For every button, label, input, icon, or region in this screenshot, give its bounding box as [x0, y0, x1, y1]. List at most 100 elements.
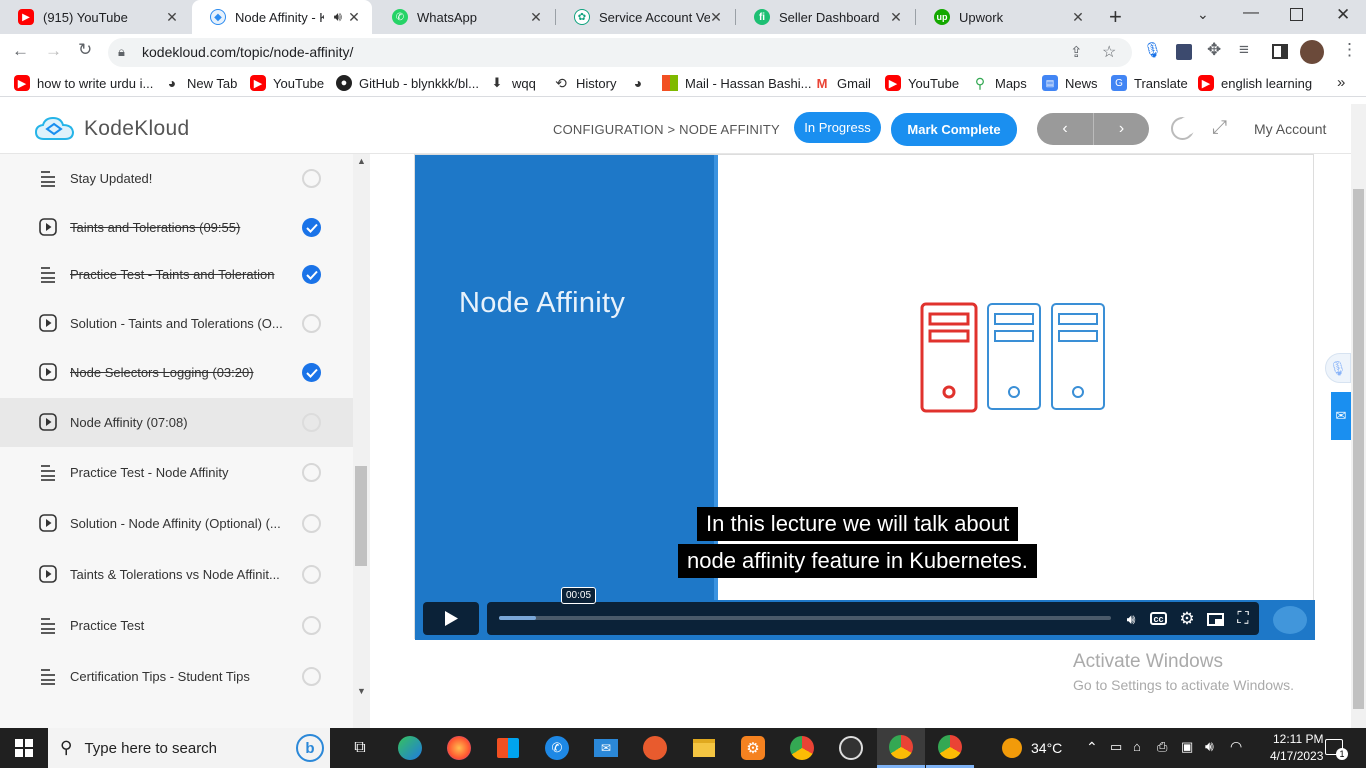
tray-network-icon[interactable]: ▭: [1110, 739, 1122, 755]
bookmark-item[interactable]: ▶ YouTube: [250, 75, 324, 91]
bookmark-item[interactable]: ▶ YouTube: [885, 75, 959, 91]
progress-track[interactable]: [499, 616, 1111, 620]
dark-mode-toggle[interactable]: [1171, 117, 1196, 140]
bookmark-item[interactable]: ◕: [630, 75, 653, 91]
bookmarks-overflow-chevron-icon[interactable]: »: [1337, 74, 1345, 91]
firefox-icon[interactable]: [435, 728, 483, 768]
lesson-item[interactable]: Solution - Node Affinity (Optional) (...: [0, 499, 353, 548]
settings-app-icon[interactable]: ⚙: [729, 728, 777, 768]
tab-seller-dashboard[interactable]: fi Seller Dashboard ✕: [736, 0, 914, 34]
bookmark-star-icon[interactable]: ☆: [1102, 42, 1116, 62]
url-text[interactable]: kodekloud.com/topic/node-affinity/: [142, 44, 353, 60]
tab-search-chevron-icon[interactable]: ⌄: [1197, 6, 1209, 23]
bookmark-item[interactable]: ⬇ wqq: [489, 75, 536, 91]
chat-app-icon[interactable]: ✆: [533, 728, 581, 768]
chat-bubble-icon[interactable]: ✉: [1331, 392, 1351, 440]
mark-complete-button[interactable]: Mark Complete: [891, 113, 1017, 146]
incomplete-circle-icon[interactable]: [302, 463, 321, 482]
extensions-puzzle-icon[interactable]: ✥: [1207, 40, 1221, 60]
bookmark-item[interactable]: ⚲ Maps: [972, 75, 1027, 91]
bookmark-item[interactable]: M Gmail: [814, 75, 871, 91]
tray-chevron-up-icon[interactable]: ⌃: [1086, 739, 1098, 756]
lesson-item[interactable]: Practice Test - Node Affinity: [0, 448, 353, 497]
picture-in-picture-icon[interactable]: [1206, 610, 1224, 628]
lesson-item[interactable]: Certification Tips - Student Tips: [0, 652, 353, 701]
edge-icon[interactable]: [386, 728, 434, 768]
fullscreen-expand-icon[interactable]: ⤢: [1212, 117, 1227, 139]
task-view-icon[interactable]: ⧉: [336, 728, 384, 768]
side-panel-icon[interactable]: [1272, 44, 1288, 59]
incomplete-circle-icon[interactable]: [302, 667, 321, 686]
lesson-item[interactable]: Taints & Tolerations vs Node Affinit...: [0, 550, 353, 599]
lesson-item[interactable]: Solution - Taints and Tolerations (O...: [0, 299, 353, 348]
bookmark-item[interactable]: Mail - Hassan Bashi...: [662, 75, 811, 91]
close-icon[interactable]: ✕: [888, 9, 904, 26]
volume-icon[interactable]: 🔊︎: [1122, 610, 1140, 628]
media-queue-icon[interactable]: ≡: [1239, 40, 1249, 60]
bookmark-item[interactable]: ▶ how to write urdu i...: [14, 75, 153, 91]
tray-volume-icon[interactable]: 🔊︎: [1205, 738, 1214, 755]
microsoft-store-icon[interactable]: [484, 728, 532, 768]
completed-check-icon[interactable]: [302, 218, 321, 237]
incomplete-circle-icon[interactable]: [302, 169, 321, 188]
incomplete-circle-icon[interactable]: [302, 413, 321, 432]
bookmark-item[interactable]: ● GitHub - blynkkk/bl...: [336, 75, 479, 91]
back-arrow-icon[interactable]: ←: [12, 41, 29, 61]
obs-icon[interactable]: [827, 728, 875, 768]
lesson-item[interactable]: Node Selectors Logging (03:20): [0, 348, 353, 397]
incomplete-circle-icon[interactable]: [302, 514, 321, 533]
bookmark-item[interactable]: ⟲ History: [553, 75, 616, 91]
new-tab-plus-icon[interactable]: +: [1109, 4, 1122, 30]
tray-display-icon[interactable]: ▣: [1181, 739, 1193, 755]
bookmark-item[interactable]: ▤ News: [1042, 75, 1098, 91]
close-icon[interactable]: ✕: [164, 9, 180, 26]
restore-icon[interactable]: [1290, 8, 1303, 21]
lesson-item[interactable]: Practice Test - Taints and Toleration: [0, 250, 353, 299]
lesson-item[interactable]: Node Affinity (07:08): [0, 398, 353, 447]
next-lesson-button[interactable]: ›: [1093, 113, 1149, 145]
tab-youtube[interactable]: ▶ (915) YouTube ✕: [0, 0, 190, 34]
bookmark-item[interactable]: ◕ New Tab: [164, 75, 238, 91]
closed-captions-icon[interactable]: cc: [1150, 612, 1167, 625]
mail-icon[interactable]: ✉: [582, 728, 630, 768]
forward-arrow-icon[interactable]: →: [45, 41, 62, 61]
minimize-icon[interactable]: —: [1243, 4, 1259, 22]
completed-check-icon[interactable]: [302, 265, 321, 284]
scroll-down-arrow-icon[interactable]: ▼: [357, 686, 366, 696]
incomplete-circle-icon[interactable]: [302, 616, 321, 635]
windows-start-icon[interactable]: [0, 728, 48, 768]
scroll-up-arrow-icon[interactable]: ▲: [357, 156, 366, 166]
file-explorer-icon[interactable]: [680, 728, 728, 768]
clock-time[interactable]: 12:11 PM: [1273, 732, 1323, 746]
window-close-icon[interactable]: ✕: [1336, 5, 1350, 25]
tray-wifi-icon[interactable]: ◠: [1230, 738, 1242, 755]
chrome-icon[interactable]: [778, 728, 826, 768]
fullscreen-icon[interactable]: ⛶: [1234, 610, 1252, 628]
tab-upwork[interactable]: up Upwork ✕: [916, 0, 1096, 34]
share-icon[interactable]: ⇪: [1070, 43, 1083, 61]
close-icon[interactable]: ✕: [346, 9, 362, 26]
tab-service-account[interactable]: ✿ Service Account Versio ✕: [556, 0, 734, 34]
close-icon[interactable]: ✕: [1070, 9, 1086, 26]
weather-sun-icon[interactable]: [1002, 738, 1022, 758]
microphone-icon[interactable]: 🎙︎: [1143, 41, 1162, 59]
page-scrollbar[interactable]: [1351, 104, 1366, 728]
profile-avatar[interactable]: [1300, 40, 1324, 64]
speaker-icon[interactable]: 🔊︎: [334, 9, 342, 25]
tray-usb-icon[interactable]: ⎙: [1157, 739, 1167, 755]
chrome-active-icon[interactable]: [877, 728, 925, 768]
previous-lesson-button[interactable]: ‹: [1037, 113, 1093, 145]
lesson-item[interactable]: Stay Updated!: [0, 154, 353, 203]
close-icon[interactable]: ✕: [708, 9, 724, 26]
my-account-link[interactable]: My Account: [1254, 121, 1326, 137]
bing-icon[interactable]: b: [296, 734, 324, 762]
lesson-item[interactable]: Practice Test: [0, 601, 353, 650]
sidebar-scrollbar[interactable]: ▲ ▼: [353, 154, 370, 728]
close-icon[interactable]: ✕: [528, 9, 544, 26]
incomplete-circle-icon[interactable]: [302, 565, 321, 584]
chrome-profile-icon[interactable]: [926, 728, 974, 768]
taskbar-search[interactable]: ⚲ Type here to search b: [48, 728, 330, 768]
address-bar[interactable]: 🔒︎ kodekloud.com/topic/node-affinity/ ⇪ …: [108, 38, 1132, 67]
kodekloud-logo[interactable]: KodeKloud: [34, 115, 189, 143]
bookmark-item[interactable]: ▶ english learning: [1198, 75, 1312, 91]
